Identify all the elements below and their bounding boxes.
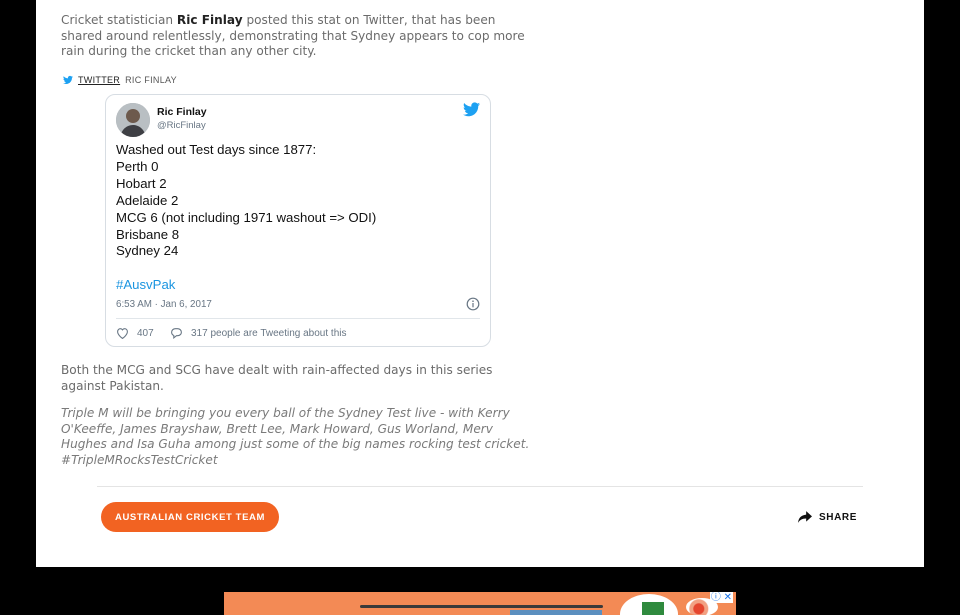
section-divider xyxy=(97,486,863,487)
avatar[interactable] xyxy=(116,103,150,137)
tweet-divider xyxy=(116,318,480,319)
share-label: SHARE xyxy=(819,511,858,523)
tweet-line: Washed out Test days since 1877: xyxy=(116,142,317,157)
tweet-line: Perth 0 xyxy=(116,158,159,174)
tweet-author-name[interactable]: Ric Finlay xyxy=(157,106,207,118)
twitter-bird-icon xyxy=(63,75,73,84)
tweet-line: MCG 6 (not including 1971 washout => ODI… xyxy=(116,209,377,225)
tweet-embed[interactable]: Ric Finlay @RicFinlay Washed out Test da… xyxy=(105,94,491,347)
intro-author-name: Ric Finlay xyxy=(176,13,243,27)
ad-product-image xyxy=(642,602,664,615)
twitter-logo-icon[interactable] xyxy=(463,102,480,117)
article-paragraph-intro: Cricket statistician Ric Finlay posted t… xyxy=(61,13,531,60)
tweet-author-handle[interactable]: @RicFinlay xyxy=(157,120,206,131)
advertisement-banner[interactable]: ⓘ ✕ xyxy=(224,592,736,615)
ad-graphic xyxy=(510,610,602,615)
tweet-timestamp[interactable]: 6:53 AM · Jan 6, 2017 xyxy=(116,299,212,310)
like-button[interactable]: 407 xyxy=(116,327,154,339)
conversation-count-text: 317 people are Tweeting about this xyxy=(191,327,347,339)
tweet-line: Adelaide 2 xyxy=(116,192,179,208)
ad-close-icon[interactable]: ⓘ ✕ xyxy=(709,592,733,603)
intro-text: Cricket statistician xyxy=(61,13,177,27)
conversation-link[interactable]: 317 people are Tweeting about this xyxy=(170,327,347,339)
like-count: 407 xyxy=(137,327,154,339)
tweet-hashtag-link[interactable]: #AusvPak xyxy=(116,277,175,292)
topic-tag-button[interactable]: AUSTRALIAN CRICKET TEAM xyxy=(101,502,279,532)
info-icon[interactable] xyxy=(466,297,480,311)
tweet-line: Brisbane 8 xyxy=(116,226,180,242)
tweet-line: Hobart 2 xyxy=(116,175,167,191)
avatar-photo xyxy=(116,103,150,137)
share-arrow-icon xyxy=(798,511,812,523)
embed-source-link[interactable]: TWITTER xyxy=(78,75,120,85)
article-paragraph: Both the MCG and SCG have dealt with rai… xyxy=(61,363,493,393)
tweet-text: Washed out Test days since 1877: Perth 0… xyxy=(116,142,376,260)
ad-graphic xyxy=(360,605,603,608)
embed-source-label: TWITTER RIC FINLAY xyxy=(63,75,177,85)
tweet-line: Sydney 24 xyxy=(116,243,179,259)
heart-icon xyxy=(117,328,128,339)
share-button[interactable]: SHARE xyxy=(798,511,857,523)
embed-author-label: RIC FINLAY xyxy=(125,75,177,85)
article-italic-note: Triple M will be bringing you every ball… xyxy=(61,406,530,467)
speech-bubble-icon xyxy=(171,328,182,339)
